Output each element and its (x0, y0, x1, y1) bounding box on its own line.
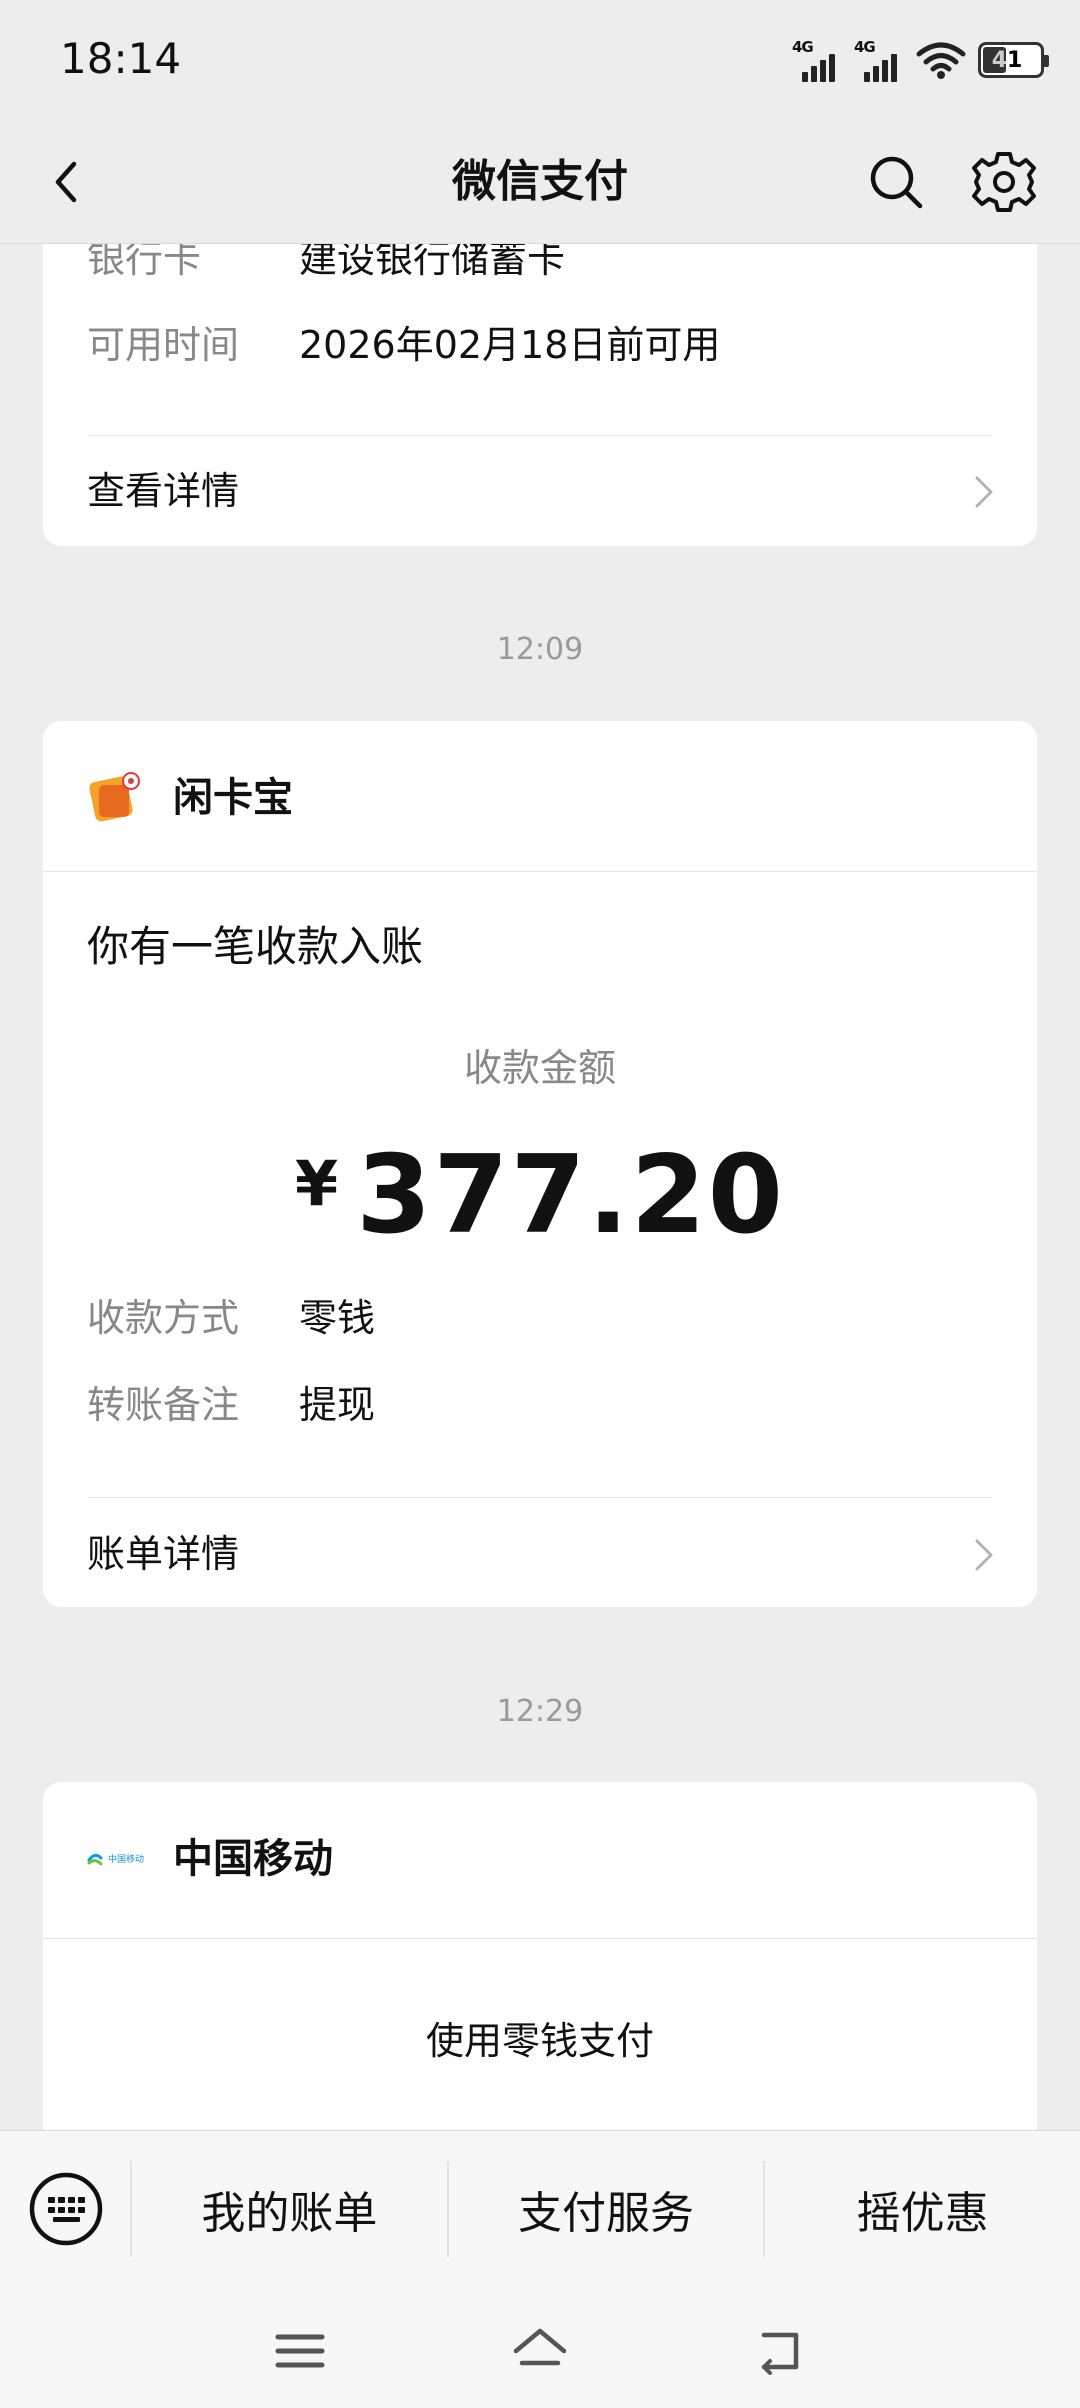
menu-shake-offers[interactable]: 摇优惠 (763, 2161, 1080, 2257)
system-navigation (0, 2311, 1080, 2391)
currency-symbol: ¥ (295, 1147, 339, 1220)
bill-details-link[interactable]: 账单详情 (87, 1529, 997, 1579)
merchant-logo-icon (89, 772, 140, 822)
amount-label: 收款金额 (463, 1046, 616, 1090)
payment-card-3[interactable]: 中国移动 中国移动 使用零钱支付 (43, 1782, 1037, 2182)
divider (87, 435, 993, 436)
menu-payment-services[interactable]: 支付服务 (446, 2161, 764, 2257)
cellular-signal-icon: 4G (792, 38, 842, 82)
merchant-logo-icon: 中国移动 (85, 1842, 151, 1878)
info-row: 转账备注 提现 (87, 1380, 375, 1430)
message-timestamp: 12:29 (496, 1694, 584, 1729)
divider (43, 1938, 1037, 1939)
status-time: 18:14 (60, 34, 182, 83)
chevron-right-icon (975, 1539, 993, 1571)
bottom-menu-bar: 我的账单 支付服务 摇优惠 (0, 2130, 1080, 2408)
view-details-link[interactable]: 查看详情 (87, 466, 997, 516)
merchant-header[interactable]: 中国移动 中国移动 (43, 1782, 1037, 1938)
row-value: 建设银行储蓄卡 (299, 244, 566, 281)
message-timestamp: 12:09 (496, 632, 584, 667)
row-value: 2026年02月18日前可用 (299, 323, 721, 367)
menu-tabs: 我的账单 支付服务 摇优惠 (130, 2161, 1080, 2257)
settings-icon[interactable] (970, 148, 1038, 216)
link-label: 查看详情 (87, 469, 240, 513)
row-key: 可用时间 (87, 323, 240, 367)
row-value: 零钱 (299, 1296, 376, 1340)
back-nav-icon[interactable] (750, 2321, 810, 2381)
payment-card-2[interactable]: 闲卡宝 你有一笔收款入账 收款金额 ¥377.20 收款方式 零钱 转账备注 提现 … (43, 721, 1037, 1607)
merchant-name: 闲卡宝 (173, 775, 293, 821)
info-row: 可用时间 2026年02月18日前可用 (87, 320, 720, 370)
amount-value: 377.20 (356, 1133, 785, 1258)
divider (87, 1497, 993, 1498)
payment-method-text: 使用零钱支付 (425, 2019, 654, 2063)
info-row: 收款方式 零钱 (87, 1293, 375, 1343)
chevron-right-icon (975, 476, 993, 508)
status-bar: 18:14 4G 4G 41 (0, 0, 1080, 122)
notification-heading: 你有一笔收款入账 (87, 922, 424, 971)
menu-icon[interactable] (270, 2321, 330, 2381)
row-key: 转账备注 (87, 1383, 240, 1427)
wifi-icon (916, 42, 966, 79)
keyboard-icon[interactable] (28, 2171, 104, 2247)
merchant-name: 中国移动 (173, 1836, 333, 1882)
link-label: 账单详情 (87, 1532, 240, 1576)
amount-display: ¥377.20 (43, 1141, 1037, 1251)
battery-icon: 41 (978, 42, 1049, 78)
info-row: 银行卡 建设银行储蓄卡 (87, 244, 565, 284)
row-key: 收款方式 (87, 1296, 240, 1340)
row-key: 银行卡 (87, 244, 202, 281)
home-icon[interactable] (510, 2321, 570, 2381)
nav-bar: 微信支付 (0, 122, 1080, 244)
status-icons: 4G 4G 41 (792, 38, 1049, 82)
search-icon[interactable] (864, 150, 928, 214)
cellular-signal-icon-2: 4G (854, 38, 904, 82)
merchant-header[interactable]: 闲卡宝 (43, 721, 1037, 871)
divider (43, 871, 1037, 872)
payment-card-1: 银行卡 建设银行储蓄卡 可用时间 2026年02月18日前可用 查看详情 (43, 244, 1037, 546)
menu-my-bills[interactable]: 我的账单 (130, 2161, 447, 2257)
row-value: 提现 (299, 1383, 376, 1427)
